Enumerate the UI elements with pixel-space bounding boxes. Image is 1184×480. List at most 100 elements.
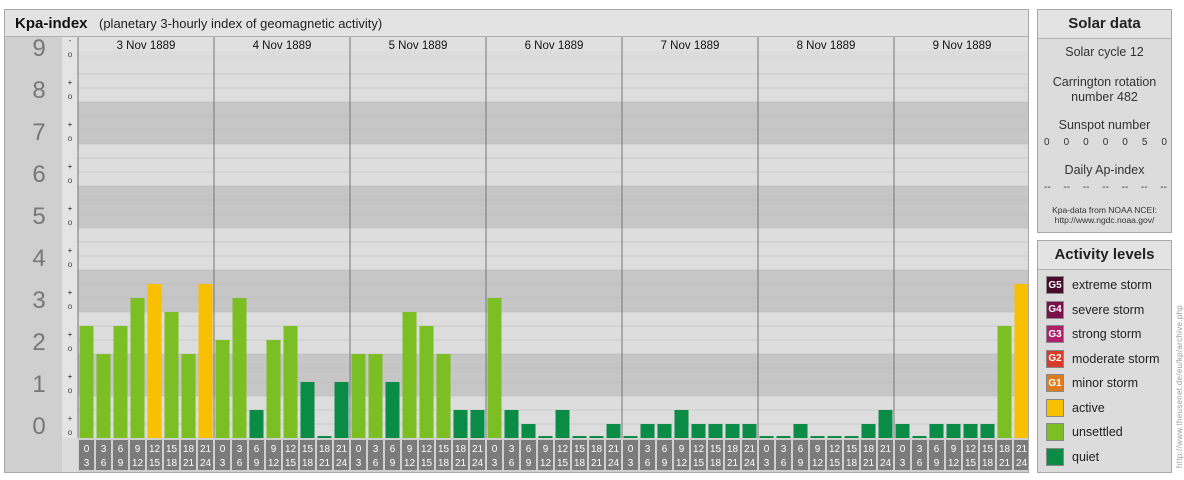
interval-start-label: 18 [999, 444, 1011, 455]
level-band [78, 270, 1028, 312]
interval-end-label: 3 [764, 458, 770, 469]
y-tick-label: 4 [32, 245, 45, 272]
interval-end-label: 9 [798, 458, 804, 469]
y-subtick-label: + [68, 372, 73, 381]
interval-start-label: 21 [744, 444, 756, 455]
solar-cycle: Solar cycle 12 [1065, 45, 1144, 59]
activity-level-label: moderate storm [1072, 351, 1160, 366]
interval-end-label: 3 [84, 458, 90, 469]
ap-index-values: -- -- -- -- -- -- -- [1044, 182, 1167, 193]
kp-bar [980, 424, 995, 438]
interval-end-label: 18 [302, 458, 314, 469]
interval-start-label: 3 [101, 444, 107, 455]
y-subtick-label: o [68, 92, 73, 101]
interval-end-label: 9 [662, 458, 668, 469]
interval-start-label: 12 [693, 444, 705, 455]
kp-bar [249, 409, 264, 438]
interval-start-label: 18 [591, 444, 603, 455]
kp-bar [827, 436, 842, 438]
kp-bar [317, 436, 332, 438]
ap-index-value: -- [1102, 182, 1109, 193]
y-subtick-label: o [68, 344, 73, 353]
day-label: 7 Nov 1889 [661, 40, 720, 52]
sunspot-value: 0 [1102, 137, 1109, 148]
kp-bar [725, 424, 740, 438]
y-subtick-label: + [68, 414, 73, 423]
kp-bar [793, 424, 808, 438]
y-subtick-label: + [68, 78, 73, 87]
interval-start-label: 21 [880, 444, 892, 455]
kp-bar [657, 424, 672, 438]
ap-index-value: -- [1063, 182, 1071, 193]
interval-end-label: 21 [999, 458, 1011, 469]
activity-levels-panel: Activity levels G5 extreme storm G4 severe … [1037, 240, 1172, 473]
interval-end-label: 6 [373, 458, 379, 469]
kp-bar [997, 325, 1012, 438]
ap-index-value: -- [1140, 182, 1148, 193]
kp-bar [929, 424, 944, 438]
kp-bar [164, 312, 179, 438]
interval-start-label: 15 [982, 444, 994, 455]
kp-bar [623, 436, 638, 438]
carrington-line-2: number 482 [1071, 90, 1138, 104]
interval-end-label: 6 [101, 458, 107, 469]
interval-start-label: 15 [166, 444, 178, 455]
kp-bar [963, 424, 978, 438]
day-label: 5 Nov 1889 [389, 40, 448, 52]
y-subtick-label: o [68, 260, 73, 269]
interval-start-label: 9 [135, 444, 141, 455]
interval-end-label: 18 [982, 458, 994, 469]
activity-level-swatch: G3 [1046, 325, 1064, 343]
activity-levels-heading: Activity levels [1038, 241, 1171, 270]
activity-level-label: minor storm [1072, 376, 1138, 390]
interval-start-label: 3 [781, 444, 787, 455]
day-label: 4 Nov 1889 [253, 40, 312, 52]
kp-bar [334, 382, 349, 438]
interval-start-label: 9 [407, 444, 413, 455]
kp-bar [385, 382, 400, 438]
day-label: 6 Nov 1889 [525, 40, 584, 52]
level-band [78, 144, 1028, 186]
kp-bar [147, 283, 162, 438]
interval-start-label: 12 [829, 444, 841, 455]
y-tick-label: 8 [32, 77, 45, 104]
y-subtick-label: + [68, 246, 73, 255]
interval-end-label: 24 [200, 458, 212, 469]
activity-level-item: G5 extreme storm [1046, 275, 1152, 295]
y-subtick-label: + [68, 288, 73, 297]
watermark-url: http://www.theusenet.de/eu/kp/archive.ph… [1175, 304, 1184, 468]
activity-level-label: strong storm [1072, 327, 1142, 341]
kp-bar [487, 298, 502, 438]
y-tick-label: 5 [32, 203, 45, 230]
level-band [78, 102, 1028, 144]
interval-end-label: 24 [472, 458, 484, 469]
interval-end-label: 3 [356, 458, 362, 469]
kp-bar [895, 424, 910, 438]
day-label: 3 Nov 1889 [117, 40, 176, 52]
interval-end-label: 12 [540, 458, 552, 469]
interval-start-label: 12 [285, 444, 297, 455]
y-tick-label: 9 [32, 35, 45, 62]
solar-data-heading: Solar data [1038, 10, 1171, 39]
solar-data-panel: Solar data Solar cycle 12 Carrington rot… [1037, 9, 1172, 233]
kp-bar [878, 409, 893, 438]
kp-bar [470, 409, 485, 438]
activity-level-label: unsettled [1072, 425, 1123, 439]
kp-bar [572, 436, 587, 438]
interval-start-label: 6 [934, 444, 940, 455]
kp-bar [640, 424, 655, 438]
interval-start-label: 21 [472, 444, 484, 455]
kp-bar [810, 436, 825, 438]
ap-index-value: -- [1160, 182, 1167, 193]
interval-end-label: 12 [268, 458, 280, 469]
y-subtick-label: o [68, 218, 73, 227]
y-tick-label: 2 [32, 329, 45, 356]
kp-bar [368, 354, 383, 438]
kp-bar [198, 283, 213, 438]
interval-start-label: 6 [390, 444, 396, 455]
level-band [78, 186, 1028, 228]
interval-start-label: 3 [917, 444, 923, 455]
y-subtick-label: o [68, 386, 73, 395]
interval-start-label: 12 [421, 444, 433, 455]
kp-bar [691, 424, 706, 438]
